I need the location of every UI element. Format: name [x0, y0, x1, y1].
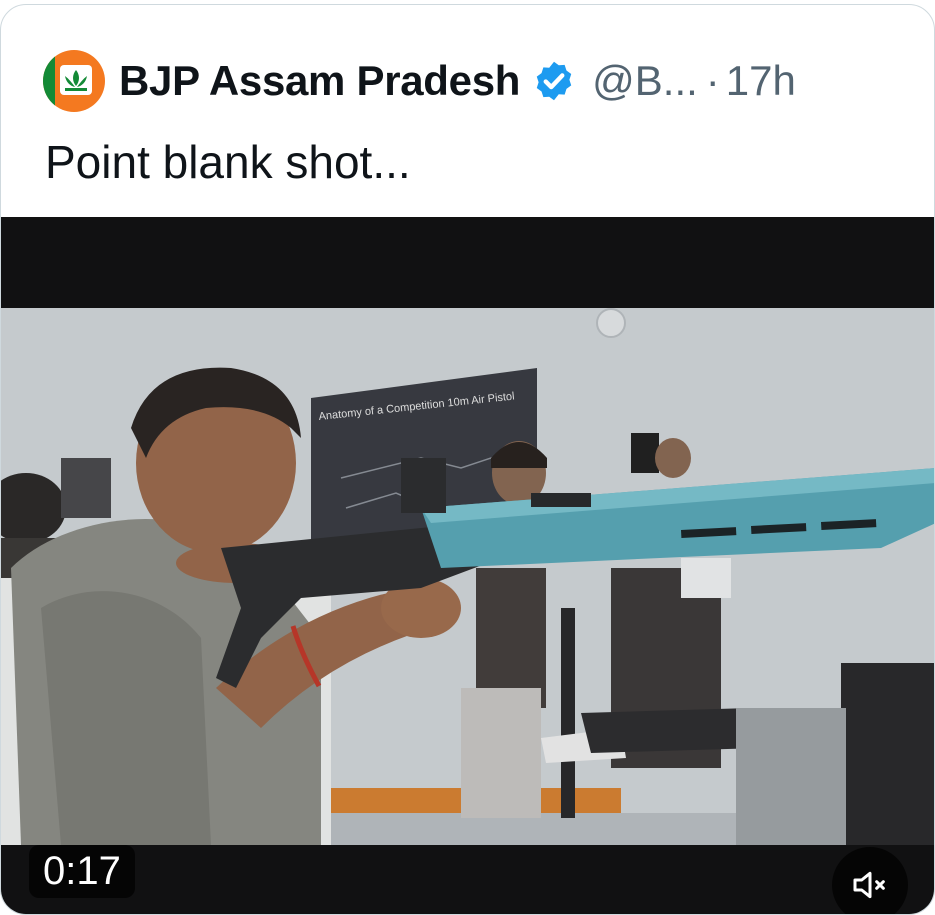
- speaker-muted-icon: [853, 871, 885, 899]
- avatar-flag-stripe: [43, 50, 55, 112]
- avatar[interactable]: [43, 50, 105, 112]
- display-name[interactable]: BJP Assam Pradesh: [119, 57, 520, 105]
- user-handle[interactable]: @B...: [592, 57, 698, 105]
- lotus-logo-icon: [60, 65, 92, 95]
- mute-button[interactable]: [832, 847, 908, 914]
- video-duration: 0:17: [29, 845, 135, 898]
- tweet-card[interactable]: BJP Assam Pradesh @B... · 17h Point blan…: [0, 4, 935, 915]
- tweet-text: Point blank shot...: [45, 136, 411, 188]
- separator-dot: ·: [705, 57, 720, 104]
- timestamp[interactable]: 17h: [726, 57, 796, 105]
- verified-badge-icon: [536, 61, 572, 101]
- video-frame: Anatomy of a Competition 10m Air Pistol: [1, 308, 934, 845]
- video-player[interactable]: Anatomy of a Competition 10m Air Pistol: [1, 217, 934, 914]
- tweet-header: BJP Assam Pradesh @B... · 17h: [43, 49, 796, 113]
